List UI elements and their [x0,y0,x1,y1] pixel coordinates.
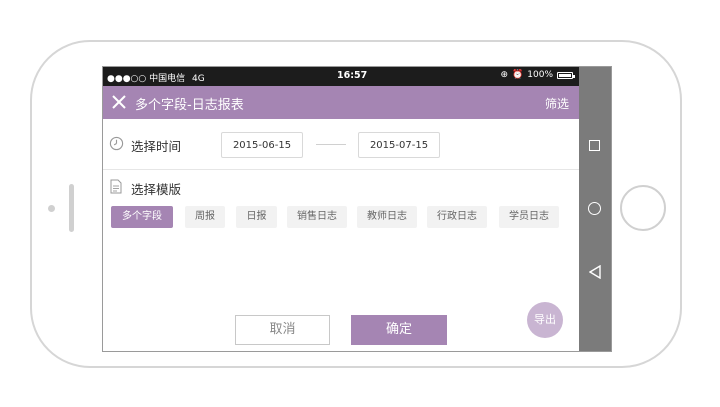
template-chip-daily[interactable]: 日报 [236,206,277,228]
document-icon [110,179,122,194]
status-carrier-group: ●●●○○ 中国电信 4G [107,71,205,84]
alarm-icon: ⏰ [512,70,524,80]
date-range-separator [316,144,346,145]
template-chip-weekly[interactable]: 周报 [185,206,225,228]
app-bar: 多个字段-日志报表 筛选 [103,86,579,119]
template-chip-sales-log[interactable]: 销售日志 [287,206,347,228]
template-chip-admin-log[interactable]: 行政日志 [427,206,487,228]
template-chip-teacher-log[interactable]: 教师日志 [357,206,417,228]
recent-apps-icon[interactable] [589,140,600,151]
status-carrier: ●●●○○ 中国电信 [107,74,186,84]
status-bar: ●●●○○ 中国电信 4G 16:57 ⊕ ⏰ 100% [103,67,579,86]
location-icon: ⊕ [500,70,509,80]
time-section: 选择时间 2015-06-15 2015-07-15 [103,119,579,170]
status-time: 16:57 [337,70,368,81]
cancel-button[interactable]: 取消 [235,315,330,345]
phone-home-button[interactable] [620,185,666,231]
android-nav-bar [579,67,611,351]
status-battery-text: 100% [527,70,553,80]
back-icon[interactable] [589,265,601,279]
template-chip-student-log[interactable]: 学员日志 [499,206,559,228]
template-chip-multi-field[interactable]: 多个字段 [111,206,173,228]
phone-screen: ●●●○○ 中国电信 4G 16:57 ⊕ ⏰ 100% 多个字段-日志报表 筛… [102,66,612,352]
home-icon[interactable] [588,202,601,215]
page-title: 多个字段-日志报表 [135,98,244,113]
export-button[interactable]: 导出 [527,302,563,338]
status-network: 4G [192,74,205,84]
confirm-button[interactable]: 确定 [351,315,447,345]
template-label: 选择模版 [131,182,182,197]
status-right-group: ⊕ ⏰ 100% [500,70,575,80]
close-icon[interactable] [109,92,129,112]
clock-icon [109,136,124,151]
end-date-field[interactable]: 2015-07-15 [358,132,440,158]
start-date-field[interactable]: 2015-06-15 [221,132,303,158]
phone-speaker-slot [69,184,74,232]
battery-icon [557,71,575,79]
time-label: 选择时间 [131,139,182,154]
filter-button[interactable]: 筛选 [545,95,569,112]
phone-sensor-dot [48,205,55,212]
